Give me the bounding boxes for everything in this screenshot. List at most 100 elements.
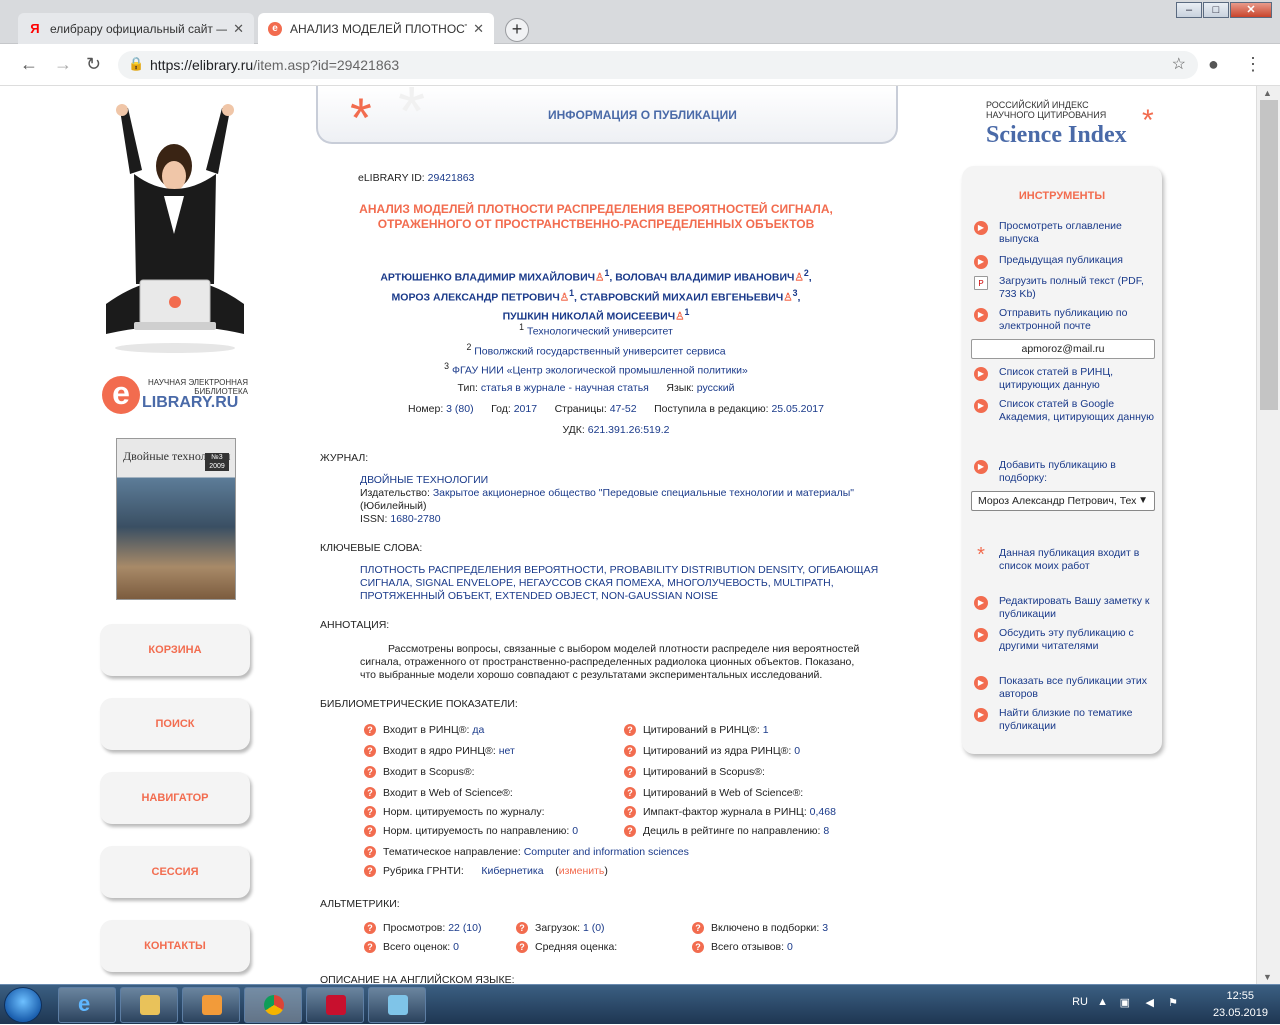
tray-expand-icon[interactable]: ▲ [1097,996,1108,1008]
help-icon[interactable]: ? [364,787,376,799]
elibrary-icon: e [268,21,282,36]
play-arrow-icon: ▶ [974,255,988,269]
help-icon[interactable]: ? [692,922,704,934]
bib-topic: ? Тематическое направление: Computer and … [364,846,689,858]
email-input[interactable]: apmoroz@mail.ru [971,339,1155,359]
help-icon[interactable]: ? [364,745,376,757]
new-tab-button[interactable]: + [505,18,529,42]
scrollbar-thumb[interactable] [1260,100,1278,410]
altmetrics-heading: АЛЬТМЕТРИКИ: [320,898,400,910]
author-link[interactable]: СТАВРОВСКИЙ МИХАИЛ ЕВГЕНЬЕВИЧ [580,291,783,303]
help-icon[interactable]: ? [364,724,376,736]
author-icon: ♙ [783,291,793,303]
decorative-asterisk-icon: * [398,86,426,150]
annotation-heading: АННОТАЦИЯ: [320,619,390,631]
address-bar[interactable]: 🔒 https://elibrary.ru/item.asp?id=294218… [118,51,1198,79]
author-select[interactable]: Мороз Александр Петрович, Тех ▼ [971,491,1155,511]
help-icon[interactable]: ? [364,922,376,934]
volume-icon[interactable]: ◀ [1146,996,1154,1009]
yandex-icon: Я [30,21,40,36]
bib-wos: ? Входит в Web of Science®: [364,787,513,799]
grnti-change-link[interactable]: изменить [559,865,605,877]
page-title: ИНФОРМАЦИЯ О ПУБЛИКАЦИИ [548,108,737,122]
taskbar-chrome[interactable] [244,987,302,1023]
keywords-heading: КЛЮЧЕВЫЕ СЛОВА: [320,542,423,554]
network-icon[interactable]: ▣ [1120,996,1130,1009]
play-arrow-icon: ▶ [974,676,988,690]
menu-dots-icon[interactable]: ⋮ [1244,54,1262,75]
tab-title: елибрару официальный сайт — ... [49,21,228,36]
help-icon[interactable]: ? [624,766,636,778]
bib-rinc-core: ? Входит в ядро РИНЦ®: нет [364,745,515,757]
close-tab-icon[interactable]: ✕ [473,21,484,37]
help-icon[interactable]: ? [516,922,528,934]
tab-strip: Я елибрару официальный сайт — ... ✕ e АН… [0,0,1280,44]
ie-icon: e [78,991,91,1016]
help-icon[interactable]: ? [364,941,376,953]
url-text[interactable]: https://elibrary.ru/item.asp?id=29421863 [150,57,399,73]
journal-link[interactable]: ДВОЙНЫЕ ТЕХНОЛОГИИ [360,474,880,487]
nav-session-button[interactable]: СЕССИЯ [100,846,250,898]
help-icon[interactable]: ? [624,825,636,837]
keywords-list[interactable]: ПЛОТНОСТЬ РАСПРЕДЕЛЕНИЯ ВЕРОЯТНОСТИ, PRO… [360,564,880,603]
help-icon[interactable]: ? [624,806,636,818]
nav-search-button[interactable]: ПОИСК [100,698,250,750]
help-icon[interactable]: ? [364,846,376,858]
taskbar-ie[interactable]: e [58,987,116,1023]
journal-cover-image[interactable]: Двойные технологии №3 2009 [116,438,236,600]
page-content: e НАУЧНАЯ ЭЛЕКТРОННАЯ БИБЛИОТЕКА LIBRARY… [0,86,1256,984]
author-link[interactable]: МОРОЗ АЛЕКСАНДР ПЕТРОВИЧ [392,291,560,303]
help-icon[interactable]: ? [624,787,636,799]
publication-type-row: Тип: статья в журнале - научная статья Я… [457,382,735,394]
help-icon[interactable]: ? [364,766,376,778]
action-center-icon[interactable]: ⚑ [1168,996,1178,1009]
bibliometrics-heading: БИБЛИОМЕТРИЧЕСКИЕ ПОКАЗАТЕЛИ: [320,698,518,710]
scroll-up-icon[interactable]: ▲ [1263,88,1272,98]
nav-contacts-button[interactable]: КОНТАКТЫ [100,920,250,972]
help-icon[interactable]: ? [364,825,376,837]
alt-views: ? Просмотров: 22 (10) [364,922,482,934]
profile-icon[interactable]: ● [1208,54,1219,75]
author-icon: ♙ [559,291,570,303]
taskbar-media[interactable] [182,987,240,1023]
chrome-icon [264,995,284,1015]
tab-yandex[interactable]: Я елибрару официальный сайт — ... ✕ [18,13,254,44]
bookmark-star-icon[interactable]: ☆ [1172,54,1186,74]
language-indicator[interactable]: RU [1072,996,1088,1008]
forward-arrow-icon[interactable]: → [54,54,72,75]
vertical-scrollbar[interactable]: ▲ ▼ [1256,86,1280,984]
tab-elibrary[interactable]: e АНАЛИЗ МОДЕЛЕЙ ПЛОТНОСТИ ✕ [258,13,494,44]
pdf-file-icon: P [974,276,988,290]
close-tab-icon[interactable]: ✕ [233,21,244,37]
asterisk-icon: * [977,544,985,566]
help-icon[interactable]: ? [624,724,636,736]
back-arrow-icon[interactable]: ← [20,54,38,75]
help-icon[interactable]: ? [516,941,528,953]
maximize-button[interactable]: □ [1203,2,1229,18]
scroll-down-icon[interactable]: ▼ [1263,972,1272,982]
nav-navigator-button[interactable]: НАВИГАТОР [100,772,250,824]
bib-cit-rinc: ? Цитирований в РИНЦ®: 1 [624,724,769,736]
help-icon[interactable]: ? [624,745,636,757]
science-index-logo[interactable]: РОССИЙСКИЙ ИНДЕКС НАУЧНОГО ЦИТИРОВАНИЯ S… [986,100,1154,149]
windows-taskbar: e RU ▲ ▣ ◀ ⚑ 12:55 23.05.2019 [0,984,1280,1024]
nav-cart-button[interactable]: КОРЗИНА [100,624,250,676]
clock-time[interactable]: 12:55 [1226,990,1254,1002]
start-button[interactable] [4,987,42,1023]
taskbar-paint[interactable] [368,987,426,1023]
help-icon[interactable]: ? [364,865,376,877]
play-arrow-icon: ▶ [974,596,988,610]
minimize-button[interactable]: – [1176,2,1202,18]
elibrary-logo[interactable]: e НАУЧНАЯ ЭЛЕКТРОННАЯ БИБЛИОТЕКА LIBRARY… [102,376,262,416]
clock-date[interactable]: 23.05.2019 [1213,1007,1268,1019]
tools-heading: ИНСТРУМЕНТЫ [1018,190,1106,202]
taskbar-acrobat[interactable] [306,987,364,1023]
publisher-link[interactable]: Закрытое акционерное общество "Передовые… [433,487,854,499]
author-link[interactable]: ВОЛОВАЧ ВЛАДИМИР ИВАНОВИЧ [615,272,794,284]
help-icon[interactable]: ? [692,941,704,953]
close-window-button[interactable]: ✕ [1230,2,1272,18]
reload-icon[interactable]: ↻ [86,54,101,75]
author-link[interactable]: АРТЮШЕНКО ВЛАДИМИР МИХАЙЛОВИЧ [380,272,595,284]
taskbar-explorer[interactable] [120,987,178,1023]
help-icon[interactable]: ? [364,806,376,818]
